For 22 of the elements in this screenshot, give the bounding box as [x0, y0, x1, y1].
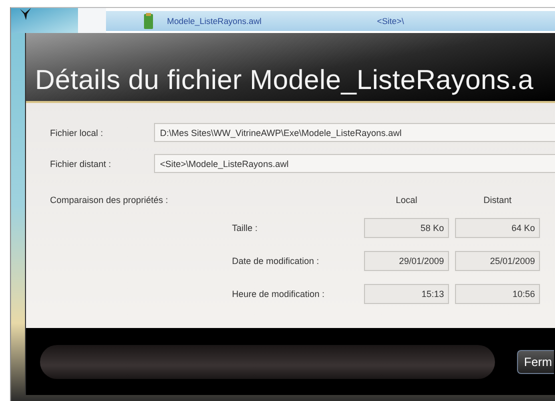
close-button[interactable]: Ferm	[517, 350, 554, 374]
path-field[interactable]: <Site>\Modele_ListeRayons.awl	[154, 154, 555, 173]
property-label: Date de modification :	[232, 256, 320, 266]
column-header: Distant	[482, 195, 512, 205]
field-label: Fichier distant :	[50, 158, 112, 168]
value-field: 29/01/2009	[364, 251, 449, 271]
value-field: 64 Ko	[455, 218, 540, 238]
value-field: 58 Ko	[364, 218, 449, 238]
field-label: Fichier local :	[50, 128, 104, 138]
bird-icon	[19, 8, 33, 20]
value-field: 15:13	[364, 284, 449, 304]
file-name[interactable]: Modele_ListeRayons.awl	[167, 16, 377, 26]
value-field: 10:56	[455, 284, 540, 304]
column-header: Local	[394, 195, 418, 205]
file-location: <Site>\	[377, 16, 404, 26]
section-label: Comparaison des propriétés :	[50, 195, 170, 205]
property-label: Taille :	[232, 223, 259, 233]
file-icon	[144, 13, 153, 29]
dialog-title: Détails du fichier Modele_ListeRayons.a	[35, 64, 534, 96]
property-label: Heure de modification :	[232, 289, 326, 299]
path-field[interactable]: D:\Mes Sites\WW_VitrineAWP\Exe\Modele_ListeRayons.awl	[154, 123, 555, 142]
value-field: 25/01/2009	[455, 251, 540, 271]
